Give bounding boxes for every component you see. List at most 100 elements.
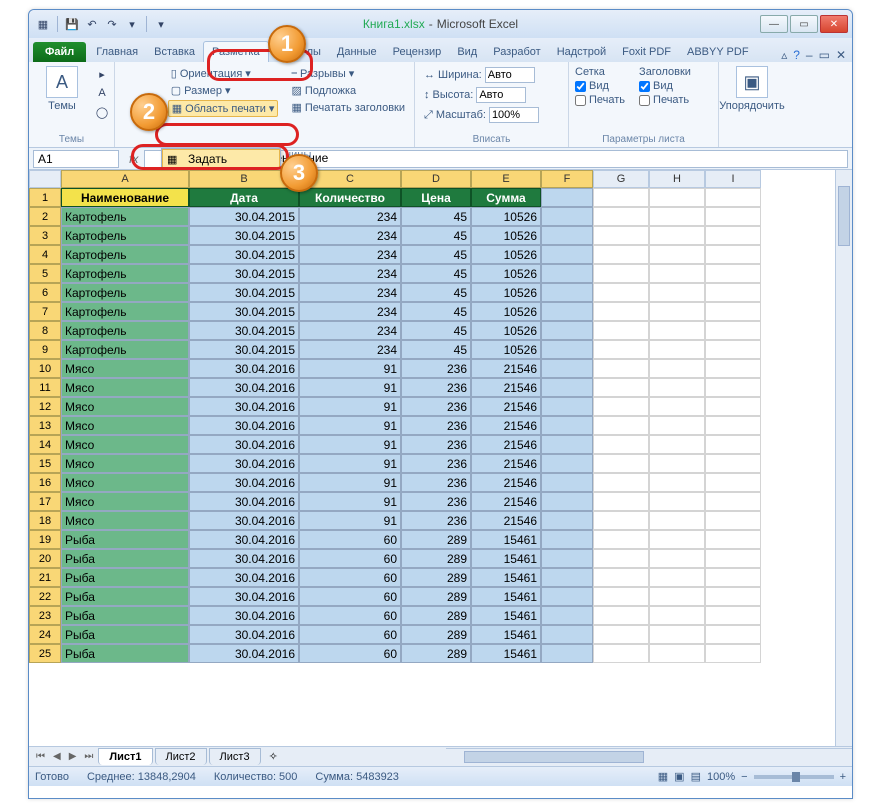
row-header[interactable]: 24 xyxy=(29,625,61,644)
size-button[interactable]: ▢Размер ▾ xyxy=(168,83,279,98)
cell[interactable]: Мясо xyxy=(61,454,189,473)
row-header[interactable]: 8 xyxy=(29,321,61,340)
cell[interactable] xyxy=(705,511,761,530)
cell[interactable]: 60 xyxy=(299,549,401,568)
cell[interactable] xyxy=(593,264,649,283)
cell[interactable] xyxy=(593,321,649,340)
cell[interactable]: 91 xyxy=(299,454,401,473)
cell[interactable]: Картофель xyxy=(61,264,189,283)
cell[interactable]: 30.04.2016 xyxy=(189,416,299,435)
sheet-tab-3[interactable]: Лист3 xyxy=(209,748,261,765)
cell[interactable] xyxy=(649,188,705,207)
cell[interactable] xyxy=(541,416,593,435)
fit-scale[interactable]: ⤢Масштаб: xyxy=(421,106,562,124)
cell[interactable]: 234 xyxy=(299,264,401,283)
cell[interactable]: 30.04.2016 xyxy=(189,378,299,397)
cell[interactable]: 289 xyxy=(401,644,471,663)
cell[interactable]: 236 xyxy=(401,359,471,378)
col-header[interactable]: I xyxy=(705,170,761,188)
cell[interactable]: 30.04.2015 xyxy=(189,283,299,302)
cell[interactable] xyxy=(541,207,593,226)
tab-home[interactable]: Главная xyxy=(88,42,146,62)
cell[interactable]: Картофель xyxy=(61,302,189,321)
cell[interactable]: 30.04.2015 xyxy=(189,321,299,340)
row-header[interactable]: 21 xyxy=(29,568,61,587)
cell[interactable]: 91 xyxy=(299,435,401,454)
close-button[interactable] xyxy=(820,15,848,33)
redo-icon[interactable]: ↷ xyxy=(104,16,120,32)
cell[interactable]: 289 xyxy=(401,606,471,625)
cell[interactable] xyxy=(593,340,649,359)
cell[interactable]: 21546 xyxy=(471,397,541,416)
cell[interactable]: 30.04.2016 xyxy=(189,606,299,625)
row-header[interactable]: 19 xyxy=(29,530,61,549)
cell[interactable] xyxy=(649,283,705,302)
row-header[interactable]: 9 xyxy=(29,340,61,359)
cell[interactable]: 15461 xyxy=(471,549,541,568)
cell[interactable]: 234 xyxy=(299,340,401,359)
cell[interactable] xyxy=(593,378,649,397)
themes-button[interactable]: A Темы xyxy=(35,66,89,112)
cell[interactable]: 236 xyxy=(401,473,471,492)
cell[interactable] xyxy=(649,587,705,606)
cell[interactable]: 10526 xyxy=(471,226,541,245)
file-tab[interactable]: Файл xyxy=(33,42,86,62)
cell[interactable] xyxy=(649,492,705,511)
cell[interactable] xyxy=(649,207,705,226)
header-cell[interactable]: Сумма xyxy=(471,188,541,207)
col-header[interactable]: F xyxy=(541,170,593,188)
head-print-check[interactable]: Печать xyxy=(639,94,691,106)
cell[interactable] xyxy=(649,226,705,245)
cell[interactable]: 236 xyxy=(401,416,471,435)
cell[interactable] xyxy=(541,245,593,264)
cell[interactable]: 10526 xyxy=(471,264,541,283)
cell[interactable]: 45 xyxy=(401,207,471,226)
row-header[interactable]: 2 xyxy=(29,207,61,226)
orientation-button[interactable]: ▯Ориентация ▾ xyxy=(168,66,279,81)
cell[interactable] xyxy=(705,283,761,302)
horizontal-scrollbar[interactable] xyxy=(446,748,852,765)
cell[interactable]: 21546 xyxy=(471,435,541,454)
cell[interactable]: 45 xyxy=(401,283,471,302)
cell[interactable]: 21546 xyxy=(471,416,541,435)
cell[interactable] xyxy=(593,435,649,454)
cell[interactable]: 21546 xyxy=(471,492,541,511)
tab-nav-first[interactable]: ⏮ xyxy=(33,751,48,762)
tab-insert[interactable]: Вставка xyxy=(146,42,203,62)
cell[interactable]: 91 xyxy=(299,473,401,492)
row-header[interactable]: 18 xyxy=(29,511,61,530)
head-view-check[interactable]: Вид xyxy=(639,80,691,92)
cell[interactable]: 30.04.2016 xyxy=(189,530,299,549)
fit-width[interactable]: ↔Ширина: xyxy=(421,66,562,84)
cell[interactable] xyxy=(705,416,761,435)
cell[interactable]: 30.04.2016 xyxy=(189,435,299,454)
cell[interactable] xyxy=(593,397,649,416)
fonts-icon[interactable]: A xyxy=(94,85,110,101)
cell[interactable]: 289 xyxy=(401,549,471,568)
zoom-out-icon[interactable]: − xyxy=(741,771,747,783)
cell[interactable]: 30.04.2015 xyxy=(189,226,299,245)
row-header[interactable]: 25 xyxy=(29,644,61,663)
cell[interactable] xyxy=(705,454,761,473)
cell[interactable]: 236 xyxy=(401,435,471,454)
row-header[interactable]: 7 xyxy=(29,302,61,321)
cell[interactable] xyxy=(649,359,705,378)
cell[interactable] xyxy=(649,473,705,492)
cell[interactable] xyxy=(541,283,593,302)
row-header[interactable]: 23 xyxy=(29,606,61,625)
row-header[interactable]: 1 xyxy=(29,188,61,207)
colors-icon[interactable]: ▸ xyxy=(94,66,110,82)
tab-nav-prev[interactable]: ◀ xyxy=(50,751,64,762)
cell[interactable] xyxy=(541,359,593,378)
new-sheet-icon[interactable]: ✧ xyxy=(263,750,284,763)
cell[interactable]: Рыба xyxy=(61,568,189,587)
cell[interactable] xyxy=(541,587,593,606)
tab-foxit[interactable]: Foxit PDF xyxy=(614,42,679,62)
view-normal-icon[interactable]: ▦ xyxy=(658,770,668,783)
cell[interactable] xyxy=(593,530,649,549)
cell[interactable]: 21546 xyxy=(471,359,541,378)
tab-pagelayout[interactable]: Разметка xyxy=(203,41,269,62)
cell[interactable] xyxy=(649,435,705,454)
cell[interactable] xyxy=(541,473,593,492)
cell[interactable]: 30.04.2016 xyxy=(189,473,299,492)
